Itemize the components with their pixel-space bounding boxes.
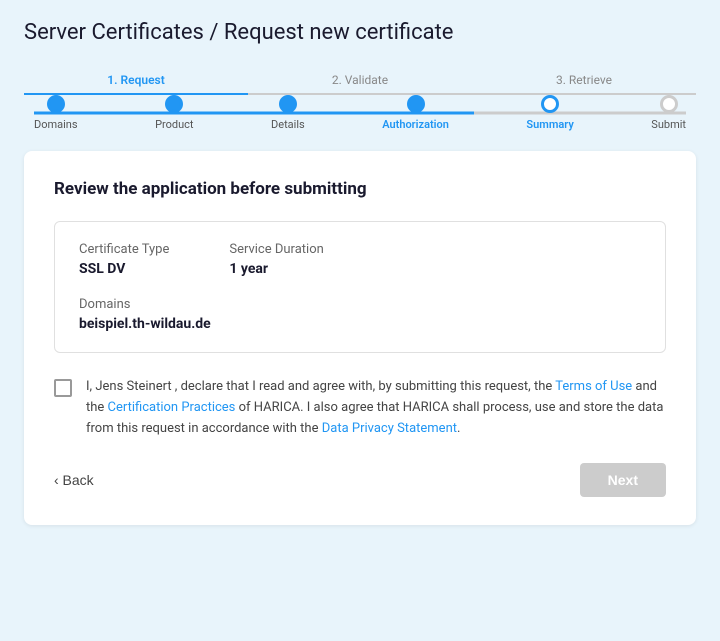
cert-type-label: Certificate Type bbox=[79, 242, 169, 257]
terms-link[interactable]: Terms of Use bbox=[555, 379, 632, 394]
label-authorization: Authorization bbox=[382, 118, 449, 131]
step-authorization[interactable]: Authorization bbox=[382, 95, 449, 131]
domains-col: Domains beispiel.th-wildau.de bbox=[79, 297, 211, 332]
label-domains: Domains bbox=[34, 118, 78, 131]
cert-type-value: SSL DV bbox=[79, 261, 169, 277]
service-duration-value: 1 year bbox=[229, 261, 323, 277]
dot-domains bbox=[47, 95, 65, 113]
cert-practices-link[interactable]: Certification Practices bbox=[108, 400, 236, 415]
main-card: Review the application before submitting… bbox=[24, 151, 696, 525]
agreement-checkbox-wrap[interactable] bbox=[54, 379, 72, 397]
step-product[interactable]: Product bbox=[155, 95, 193, 131]
dot-details bbox=[279, 95, 297, 113]
agreement-checkbox[interactable] bbox=[54, 379, 72, 397]
dot-authorization bbox=[407, 95, 425, 113]
progress-track: Domains Product Details Authorization Su… bbox=[24, 95, 696, 131]
phase-request[interactable]: 1. Request bbox=[24, 67, 248, 95]
step-domains[interactable]: Domains bbox=[34, 95, 78, 131]
service-duration-col: Service Duration 1 year bbox=[229, 242, 323, 277]
phase-bar: 1. Request 2. Validate 3. Retrieve bbox=[24, 67, 696, 95]
page-title: Server Certificates / Request new certif… bbox=[24, 20, 696, 45]
next-button[interactable]: Next bbox=[580, 463, 666, 497]
agreement-text-before: I, Jens Steinert , declare that I read a… bbox=[86, 379, 555, 394]
label-submit: Submit bbox=[651, 118, 686, 131]
service-duration-label: Service Duration bbox=[229, 242, 323, 257]
phase-retrieve[interactable]: 3. Retrieve bbox=[472, 67, 696, 95]
footer-nav: ‹ Back Next bbox=[54, 463, 666, 497]
review-title: Review the application before submitting bbox=[54, 179, 666, 199]
dot-summary bbox=[541, 95, 559, 113]
agreement-section: I, Jens Steinert , declare that I read a… bbox=[54, 377, 666, 439]
dot-submit bbox=[660, 95, 678, 113]
agreement-text-end: . bbox=[457, 421, 460, 436]
label-product: Product bbox=[155, 118, 193, 131]
info-row-2: Domains beispiel.th-wildau.de bbox=[79, 297, 641, 332]
phase-validate[interactable]: 2. Validate bbox=[248, 67, 472, 95]
step-summary[interactable]: Summary bbox=[526, 95, 573, 131]
step-details[interactable]: Details bbox=[271, 95, 305, 131]
domains-label: Domains bbox=[79, 297, 211, 312]
step-submit: Submit bbox=[651, 95, 686, 131]
domains-value: beispiel.th-wildau.de bbox=[79, 316, 211, 332]
dot-product bbox=[165, 95, 183, 113]
info-card: Certificate Type SSL DV Service Duration… bbox=[54, 221, 666, 353]
info-row-1: Certificate Type SSL DV Service Duration… bbox=[79, 242, 641, 277]
agreement-text: I, Jens Steinert , declare that I read a… bbox=[86, 377, 666, 439]
back-button[interactable]: ‹ Back bbox=[54, 472, 94, 488]
label-details: Details bbox=[271, 118, 305, 131]
label-summary: Summary bbox=[526, 118, 573, 131]
cert-type-col: Certificate Type SSL DV bbox=[79, 242, 169, 277]
privacy-link[interactable]: Data Privacy Statement bbox=[322, 421, 457, 436]
